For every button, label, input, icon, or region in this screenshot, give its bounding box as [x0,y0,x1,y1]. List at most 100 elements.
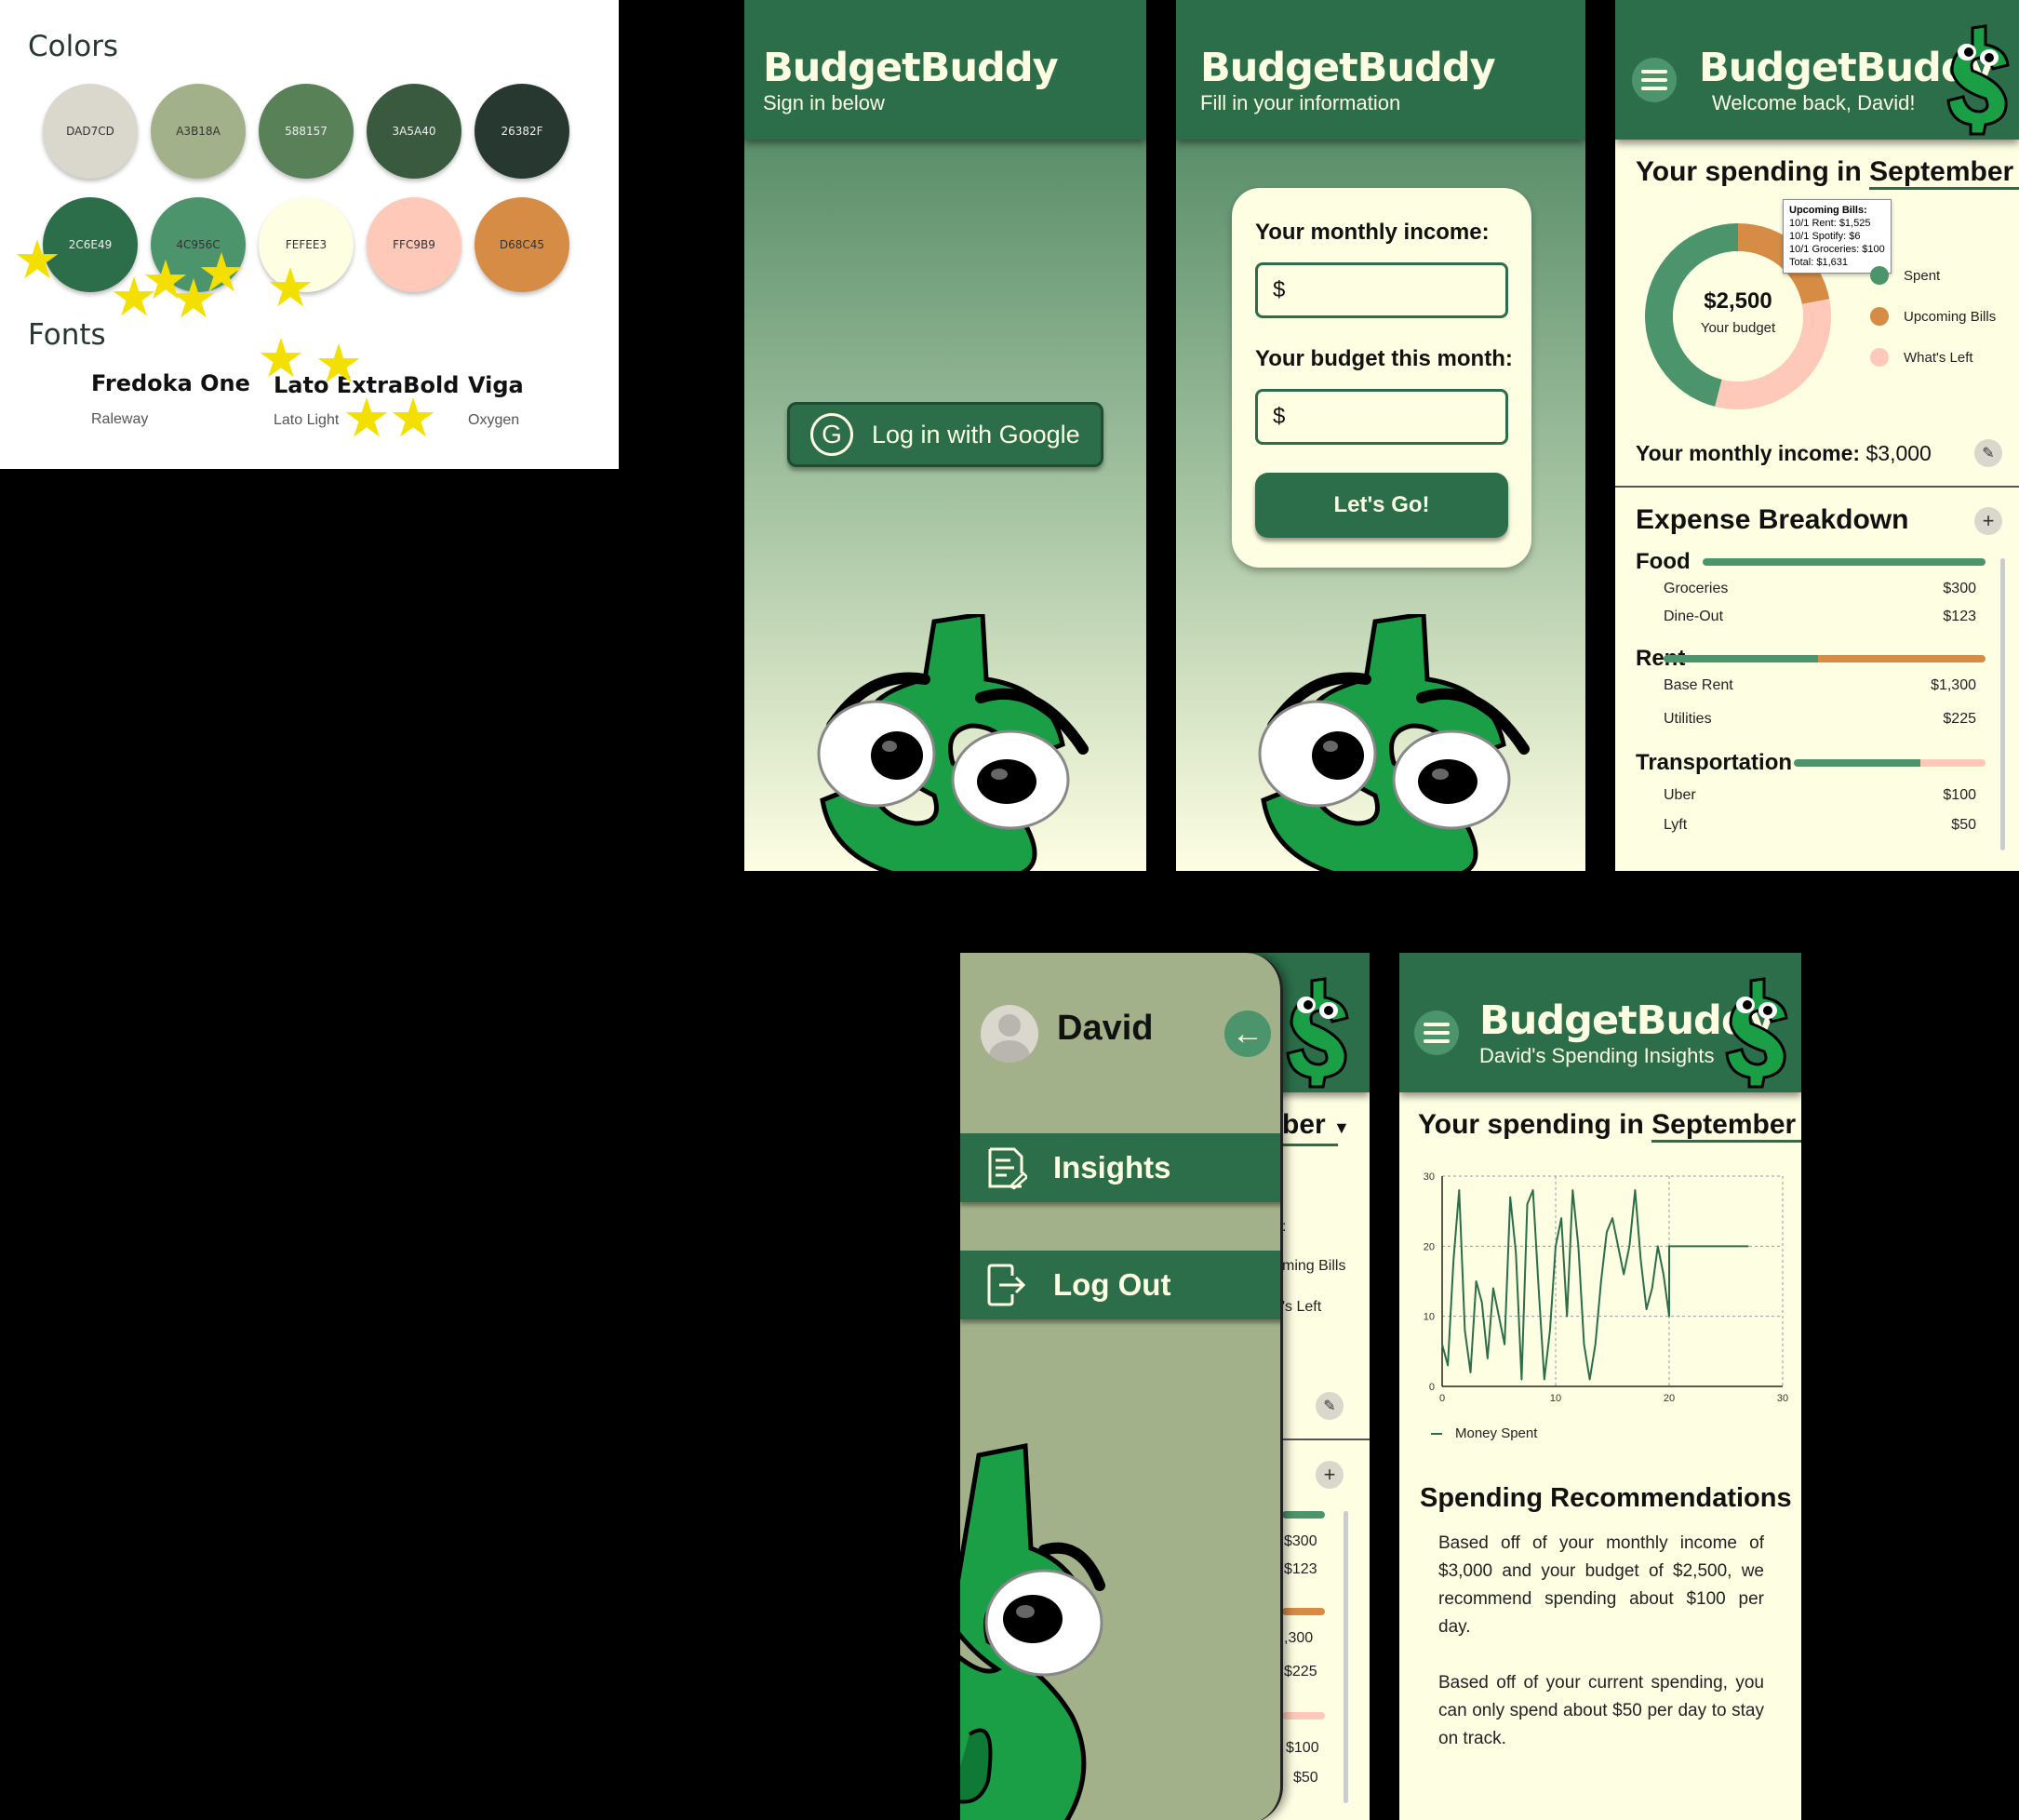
hamburger-menu-icon[interactable] [1414,1010,1459,1055]
transport-bar-left [1920,759,1986,767]
income-value: $3,000 [1865,441,1932,465]
mascot-image [960,1442,1105,1820]
rent-bar-spent [1664,655,1818,662]
user-name: David [1057,1009,1154,1048]
y-tick-label: 0 [1429,1382,1435,1393]
add-expense-button: + [1316,1461,1344,1489]
scrollbar[interactable] [2000,558,2005,850]
color-swatch-label: FEFEE3 [285,238,328,251]
edit-pencil-icon: ✎ [1316,1392,1344,1420]
recommendations-title: Spending Recommendations [1420,1483,1792,1513]
legend-dot [1870,307,1889,326]
budget-field[interactable]: $ [1255,389,1508,445]
font-sample-sub: Lato Light [274,412,340,428]
spending-prefix: Your spending in [1636,156,1862,187]
behind-month-label: ber [1282,1109,1326,1140]
legend-spent: Spent [1870,266,1940,285]
expense-item: Lyft [1664,817,1688,833]
color-swatch-label: 2C6E49 [68,238,113,251]
legend-label: What's Left [1904,349,1973,366]
legend-dot [1870,348,1889,367]
money-spent-series-line [1441,1189,1749,1381]
monthly-income-row: Your monthly income: $3,000 [1636,441,1932,466]
x-tick-label: 10 [1550,1393,1561,1404]
back-arrow-icon[interactable]: ← [1224,1010,1271,1057]
legend-label: Money Spent [1455,1425,1538,1441]
tooltip-title: Upcoming Bills: [1789,205,1867,216]
font-sample-sub: Oxygen [468,412,520,428]
y-tick-label: 10 [1424,1312,1435,1323]
expense-item: Uber [1664,787,1696,803]
star-icon: ★ [314,332,363,395]
divider [1282,1439,1370,1440]
login-screen: BudgetBuddy Sign in below G Log in with … [744,0,1146,871]
color-swatch-label: 3A5A40 [392,125,436,138]
color-swatch: 3A5A40 [367,84,461,179]
color-swatch: D68C45 [475,197,569,292]
app-subtitle: Fill in your information [1200,91,1401,114]
menu-item-logout[interactable]: Log Out [960,1251,1280,1319]
expense-item: Dine-Out [1664,609,1724,624]
month-dropdown[interactable]: September ▼ [1651,1109,1801,1143]
legend-line [1431,1432,1442,1435]
income-field[interactable]: $ [1255,262,1508,318]
y-tick-label: 20 [1424,1241,1435,1252]
expense-amount: $225 [1943,711,1976,727]
expense-title: Expense Breakdown [1636,504,1909,535]
behind-amount: $225 [1284,1664,1317,1679]
add-expense-button[interactable]: + [1974,507,2002,535]
insights-screen: BudgetBuddy David's Spending Insights Yo… [1399,953,1801,1820]
income-label: Your monthly income: [1636,441,1861,465]
logout-icon [987,1264,1026,1306]
style-guide: Colors DAD7CD A3B18A 588157 3A5A40 26382F 2C6… [0,0,619,469]
behind-month: ber ▼ [1282,1109,1350,1141]
app-header: BudgetBuddy David's Spending Insights [1399,953,1801,1092]
font-sample-name: Viga [468,372,524,398]
behind-amount: $100 [1286,1740,1319,1756]
color-swatch: 588157 [259,84,354,179]
color-swatch-label: D68C45 [499,238,545,251]
star-icon: ★ [197,241,246,304]
spending-title: Your spending in September ▼ [1636,156,2019,190]
legend-left: What's Left [1870,348,1973,367]
edit-pencil-icon[interactable]: ✎ [1974,439,2002,467]
color-swatch: FFC9B9 [367,197,461,292]
font-sample-name: Fredoka One [91,370,250,396]
expense-item: Groceries [1664,581,1729,596]
google-login-button[interactable]: G Log in with Google [787,402,1103,467]
x-tick-label: 0 [1439,1393,1445,1404]
month-dropdown[interactable]: September ▼ [1869,156,2019,190]
colors-heading: Colors [28,30,119,63]
month-underline [1282,1144,1338,1146]
mascot-image [1258,614,1530,871]
google-icon: G [810,413,853,456]
menu-item-insights[interactable]: Insights [960,1133,1280,1202]
behind-amount: $50 [1293,1770,1318,1786]
avatar [981,1005,1038,1063]
fonts-heading: Fonts [28,318,106,352]
category-transportation: Transportation [1636,750,1793,775]
lets-go-button[interactable]: Let's Go! [1255,473,1508,538]
divider [1615,486,2019,488]
expense-item: Base Rent [1664,677,1733,693]
app-header: BudgetBuddy Welcome back, David! [1615,0,2019,140]
app-subtitle: David's Spending Insights [1479,1044,1715,1067]
spending-line-chart: 0 10 20 30 0 10 20 30 [1424,1171,1788,1404]
side-drawer: David ← Insights Log Out [960,953,1283,1820]
color-swatch-label: DAD7CD [66,125,114,138]
mascot-logo-icon [1946,24,2010,136]
app-header: BudgetBuddy Fill in your information [1176,0,1585,140]
mascot-image [817,614,1089,871]
app-subtitle: Welcome back, David! [1712,91,1916,114]
chevron-down-icon: ▼ [1333,1118,1350,1137]
legend-upcoming: Upcoming Bills [1870,307,1996,326]
tooltip-line: 10/1 Rent: $1,525 [1789,218,1871,229]
chart-legend: Money Spent [1431,1425,1537,1441]
budget-amount: $2,500 [1704,288,1772,314]
star-icon: ★ [257,327,305,390]
behind-legend: ming Bills [1282,1258,1346,1274]
hamburger-menu-icon[interactable] [1632,58,1677,102]
behind-amount: ,300 [1284,1630,1314,1646]
font-sample-sub: Raleway [91,411,149,427]
x-tick-label: 20 [1664,1393,1675,1404]
